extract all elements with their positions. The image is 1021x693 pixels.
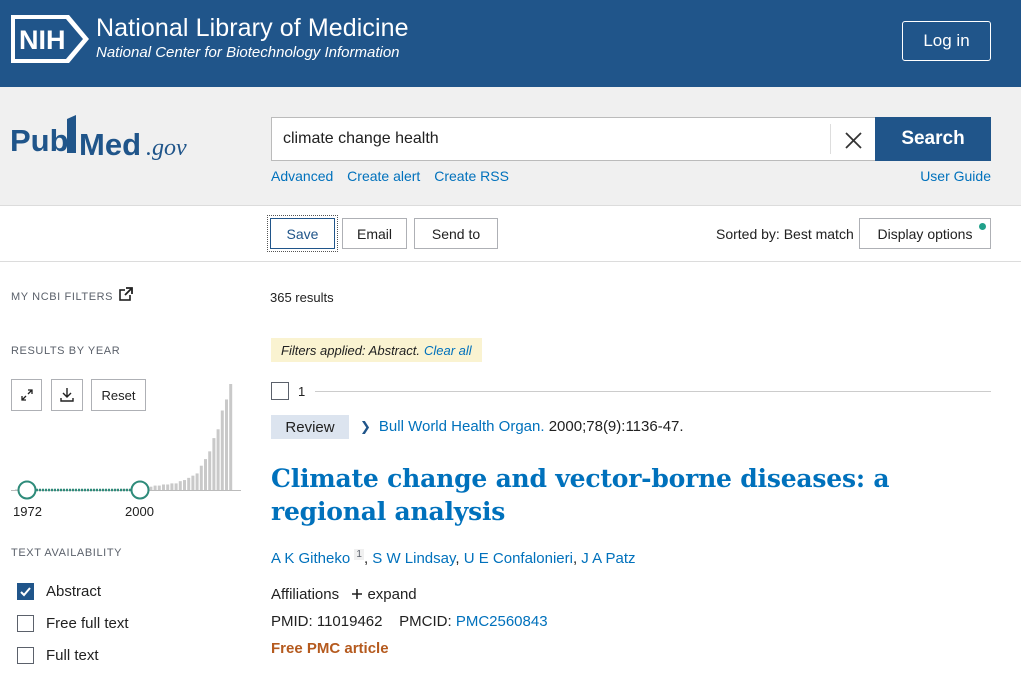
search-box [271,117,876,161]
search-links: Advanced Create alert Create RSS [271,168,519,184]
user-guide-link[interactable]: User Guide [920,168,991,184]
free-pmc-article-label: Free PMC article [271,640,389,657]
filters-applied-chip: Filters applied: Abstract. Clear all [271,338,482,362]
histogram-bar[interactable] [170,483,174,490]
nih-logo[interactable]: NIH [11,15,89,63]
svg-text:Med: Med [79,127,141,162]
nih-logo-text: NIH [19,25,66,55]
histogram-bar[interactable] [212,438,216,490]
sort-label[interactable]: Sorted by: Best match [716,226,854,242]
checkmark-icon [20,586,31,596]
author-link[interactable]: A K Githeko [271,550,350,567]
email-button[interactable]: Email [342,218,407,249]
affiliation-marker[interactable]: 1 [354,549,364,560]
svg-text:Pub: Pub [10,123,69,158]
journal-link[interactable]: Bull World Health Organ. [379,418,545,435]
save-button[interactable]: Save [267,215,338,252]
histogram-bar[interactable] [187,477,191,490]
clear-divider [830,124,831,154]
action-bar: Save Email Send to Sorted by: Best match… [0,206,1021,262]
checkbox-checked[interactable] [17,582,34,600]
author-link[interactable]: J A Patz [581,550,635,567]
result-number: 1 [298,384,306,399]
histogram-bar[interactable] [191,475,195,490]
filter-full-text[interactable]: Full text [17,645,99,665]
text-availability-heading: TEXT AVAILABILITY [11,547,123,559]
filter-label: Free full text [46,614,129,632]
author-link[interactable]: S W Lindsay [372,550,455,567]
histogram-bar[interactable] [174,483,178,490]
display-options-button[interactable]: Display options [859,218,991,249]
filter-free-full-text[interactable]: Free full text [17,613,129,633]
external-link-icon[interactable] [119,287,133,301]
svg-text:.gov: .gov [146,135,187,161]
expand-label: expand [367,586,417,603]
checkbox[interactable] [17,614,34,632]
affiliations-row: Affiliations expand [271,586,417,603]
search-button[interactable]: Search [875,117,991,161]
send-to-button[interactable]: Send to [414,218,498,249]
histogram-bar[interactable] [225,399,228,490]
histogram-bar[interactable] [229,384,233,490]
histogram-bar[interactable] [157,485,161,490]
filter-abstract[interactable]: Abstract [17,581,101,601]
login-button[interactable]: Log in [902,21,991,61]
range-end-handle[interactable] [130,480,150,500]
citation: ❯ Bull World Health Organ. 2000;78(9):113… [360,418,684,435]
histogram-bar[interactable] [208,451,212,490]
result-divider [315,391,991,392]
results-count: 365 results [270,290,334,305]
histogram-bar[interactable] [162,484,165,490]
expand-affiliations-button[interactable]: expand [351,586,417,603]
pubmed-logo[interactable]: Pub Med .gov [10,113,200,165]
close-icon[interactable] [838,126,868,154]
search-band: Pub Med .gov Search Advanced Create aler… [0,87,1021,206]
my-ncbi-filters-heading: MY NCBI FILTERS [11,291,114,303]
range-start-handle[interactable] [17,480,37,500]
checkbox[interactable] [17,646,34,664]
results-by-year-heading: RESULTS BY YEAR [11,345,121,357]
histogram-bar[interactable] [178,481,182,490]
result-select-checkbox[interactable] [271,382,289,400]
histogram-bar[interactable] [183,480,186,490]
pmid-label: PMID: [271,613,313,630]
pmcid-link[interactable]: PMC2560843 [456,613,548,630]
options-indicator-dot [979,223,986,230]
histogram-bar[interactable] [216,429,220,490]
histogram-bar[interactable] [204,459,207,490]
filter-label: Abstract [46,582,102,600]
citation-details: 2000;78(9):1136-47. [548,418,684,435]
org-title[interactable]: National Library of Medicine [96,14,409,43]
create-alert-link[interactable]: Create alert [347,168,420,184]
filters-applied-text: Filters applied: Abstract. [281,342,420,358]
histogram-bar[interactable] [220,410,224,491]
org-subtitle: National Center for Biotechnology Inform… [96,44,400,61]
clear-all-link[interactable]: Clear all [424,343,472,358]
author-link[interactable]: U E Confalonieri [464,550,573,567]
pmid-value: 11019462 [316,613,383,630]
affiliations-label: Affiliations [271,586,340,603]
histogram-bar[interactable] [195,473,199,490]
year-start-label: 1972 [13,504,42,519]
filter-label: Full text [46,646,99,664]
publication-type-badge: Review [271,415,349,439]
nih-banner: NIH National Library of Medicine Nationa… [0,0,1021,87]
create-rss-link[interactable]: Create RSS [434,168,509,184]
pmcid-label: PMCID: [399,613,452,630]
year-end-label: 2000 [125,504,154,519]
histogram-bar[interactable] [149,486,153,490]
search-input[interactable] [283,118,823,160]
article-ids: PMID: 11019462 PMCID: PMC2560843 [271,613,548,630]
advanced-link[interactable]: Advanced [271,168,333,184]
histogram-bar[interactable] [166,484,170,490]
histogram-bar[interactable] [199,465,203,490]
plus-icon [352,589,363,599]
article-title[interactable]: Climate change and vector-borne diseases… [271,462,971,528]
histogram-bar[interactable] [153,485,157,490]
display-options-label: Display options [877,225,973,242]
author-list: A K Githeko 1, S W Lindsay, U E Confalon… [271,549,636,567]
chevron-right-icon[interactable]: ❯ [360,419,371,434]
